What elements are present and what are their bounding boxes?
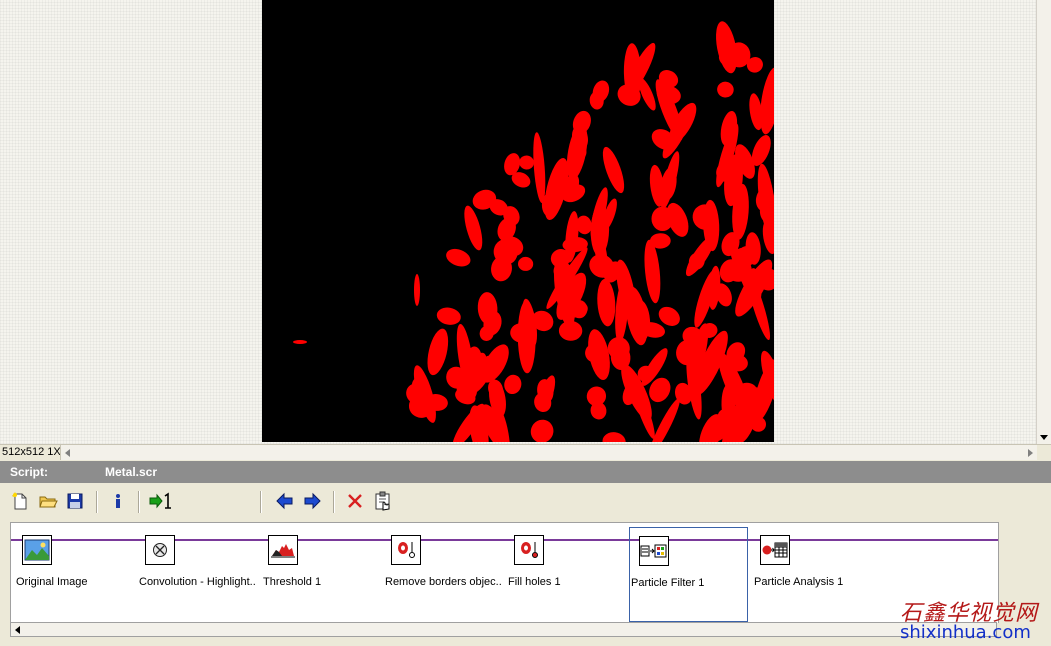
step-label: Remove borders objec.. [385,576,502,588]
particle-analysis-icon [762,542,788,558]
particle-blob [414,274,420,306]
particle-blob [602,432,626,442]
new-script-button[interactable] [8,489,32,513]
particle-blob [541,193,557,217]
pipeline-step-remove-borders[interactable]: Remove borders objec.. [385,525,508,615]
scroll-left-icon[interactable] [65,449,70,457]
step-label: Particle Filter 1 [631,577,705,589]
script-label: Script: [10,465,49,479]
arrow-right-icon [304,492,321,510]
pipeline-scrollbar[interactable] [10,622,997,637]
remove-border-objects-icon [398,542,415,558]
image-status-row: 512x512 1X [0,444,1051,461]
delete-x-icon [348,494,362,508]
particle-blob [533,132,546,204]
clipboard-hand-icon [375,491,390,511]
horizontal-scrollbar[interactable] [60,445,1037,460]
pipeline-footer [0,637,1051,646]
binary-particle-image [293,21,774,442]
pipeline-step-original-image[interactable]: Original Image [16,525,139,615]
scroll-down-icon[interactable] [1040,435,1048,440]
pipeline-step-threshold[interactable]: Threshold 1 [263,525,385,615]
toolbar-separator [138,491,140,513]
particle-blob [518,256,534,271]
image-size-zoom: 512x512 1X [2,446,61,458]
script-toolbar [0,483,1051,521]
particle-filter-icon [640,544,667,558]
particle-blob [530,419,554,442]
arrow-left-icon [276,492,293,510]
processed-image[interactable] [262,0,774,442]
threshold-histogram-icon [271,544,295,558]
script-info-button[interactable] [106,489,130,513]
scroll-left-icon[interactable] [15,626,20,634]
save-script-button[interactable] [63,489,87,513]
step-label: Original Image [16,576,88,588]
particle-blob [436,307,461,325]
particle-blob [558,320,583,341]
step-label: Threshold 1 [263,576,322,588]
image-landscape-icon [24,539,50,561]
particle-blob [717,81,734,98]
run-once-icon [149,492,171,509]
image-viewer[interactable] [0,0,1036,444]
run-once-button[interactable] [149,489,173,513]
pipeline-step-convolution[interactable]: Convolution - Highlight.. [139,525,262,615]
particle-blob [519,155,534,170]
particle-blob [504,374,522,395]
info-icon [116,494,120,508]
particle-blob [651,206,674,232]
toolbar-separator [96,491,98,513]
particle-blob [644,239,661,304]
step-label: Convolution - Highlight.. [139,576,256,588]
script-title-bar: Script: Metal.scr [0,461,1051,483]
particle-blob [597,279,616,327]
step-label: Particle Analysis 1 [754,576,844,588]
particle-blob [446,248,471,267]
open-folder-icon [39,496,58,508]
delete-step-button[interactable] [343,489,367,513]
step-label: Fill holes 1 [508,576,561,588]
vertical-scrollbar[interactable] [1036,0,1051,444]
script-name: Metal.scr [105,465,158,479]
watermark-url: shixinhua.com [900,622,1031,643]
particle-blob [427,328,449,376]
move-step-left-button[interactable] [273,489,297,513]
particle-blob [602,146,625,194]
particle-blob [293,340,307,344]
open-script-button[interactable] [36,489,60,513]
script-pipeline: Original Image Convolution - Highlight..… [10,522,999,623]
pipeline-step-fill-holes[interactable]: Fill holes 1 [508,525,631,615]
scroll-right-icon[interactable] [1028,449,1033,457]
pipeline-step-particle-filter[interactable]: Particle Filter 1 [629,527,748,622]
save-disk-icon [67,493,83,509]
particle-blob [571,300,588,319]
toolbar-separator [333,491,335,513]
step-properties-button[interactable] [371,489,395,513]
fill-holes-icon [521,542,538,558]
particle-blob [464,205,483,251]
pipeline-step-particle-analysis[interactable]: Particle Analysis 1 [754,525,877,615]
convolution-icon [153,543,167,557]
move-step-right-button[interactable] [300,489,324,513]
toolbar-separator [260,491,262,513]
new-document-icon [12,492,27,510]
